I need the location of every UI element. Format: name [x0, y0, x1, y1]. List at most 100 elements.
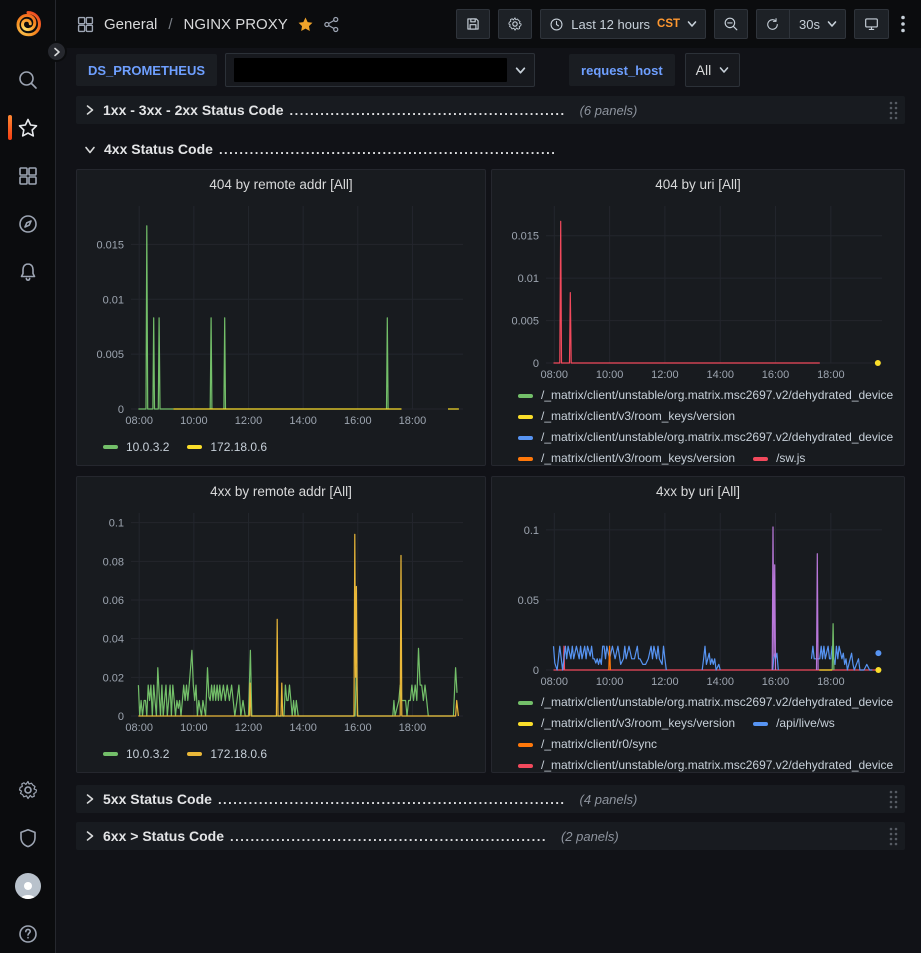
breadcrumb-folder[interactable]: General	[104, 16, 157, 33]
panels-grid: 404 by remote addr [All] 08:00 10:00 12:00…	[76, 169, 905, 773]
variable-label-request-host: request_host	[569, 54, 675, 86]
panel-legend: /_matrix/client/unstable/org.matrix.msc2…	[492, 383, 904, 465]
grafana-app: General / NGINX PROXY Last 12 hours CST	[0, 0, 921, 953]
sidebar-item-alerting[interactable]	[0, 258, 55, 285]
legend-item[interactable]: /_matrix/client/unstable/org.matrix.msc2…	[518, 755, 893, 772]
sidebar-item-starred[interactable]	[0, 114, 55, 141]
sidebar	[0, 0, 56, 953]
expand-sidebar-button[interactable]	[46, 41, 67, 62]
datasource-variable-dropdown[interactable]	[225, 53, 535, 87]
person-icon	[17, 879, 39, 899]
legend-item[interactable]: /_matrix/client/unstable/org.matrix.msc2…	[518, 385, 893, 406]
sidebar-item-profile[interactable]	[0, 872, 55, 899]
main-area: General / NGINX PROXY Last 12 hours CST	[56, 0, 921, 953]
dashboard-row-5xx[interactable]: 5xx Status Code ........................…	[76, 785, 905, 813]
legend-item[interactable]: /_matrix/client/v3/room_keys/version	[518, 448, 735, 465]
save-icon	[465, 16, 481, 32]
more-options-button[interactable]	[897, 9, 909, 39]
legend-item[interactable]: /_matrix/client/r0/sync	[518, 734, 657, 755]
svg-text:0.08: 0.08	[103, 556, 124, 568]
sidebar-item-help[interactable]	[0, 920, 55, 947]
zoom-out-time-button[interactable]	[714, 9, 748, 39]
sidebar-item-dashboards[interactable]	[0, 162, 55, 189]
panel-title[interactable]: 404 by uri [All]	[492, 170, 904, 198]
legend-swatch	[753, 457, 768, 461]
row-title: 5xx Status Code	[103, 791, 212, 807]
tv-mode-button[interactable]	[854, 9, 889, 39]
svg-text:0: 0	[533, 358, 539, 370]
legend-item[interactable]: /api/live/ws	[753, 713, 835, 734]
dashboard-row-1xx-3xx-2xx[interactable]: 1xx - 3xx - 2xx Status Code ............…	[76, 96, 905, 124]
panel-title[interactable]: 4xx by uri [All]	[492, 477, 904, 505]
legend-item[interactable]: /_matrix/client/v3/room_keys/version	[518, 406, 735, 427]
svg-text:18:00: 18:00	[399, 415, 427, 427]
row-drag-handle[interactable]	[888, 789, 899, 809]
drag-dots-icon	[888, 789, 899, 809]
chevron-down-icon	[84, 144, 96, 155]
search-icon	[17, 69, 39, 91]
dashboard-settings-button[interactable]	[498, 9, 532, 39]
sidebar-item-explore[interactable]	[0, 210, 55, 237]
legend-item[interactable]: /sw.js	[753, 448, 805, 465]
legend-item[interactable]: 172.18.0.6	[187, 437, 267, 458]
panel-title[interactable]: 404 by remote addr [All]	[77, 170, 485, 198]
avatar	[15, 873, 41, 899]
svg-text:16:00: 16:00	[762, 676, 790, 688]
legend-item[interactable]: 10.0.3.2	[103, 744, 169, 765]
svg-text:0.01: 0.01	[103, 294, 124, 306]
compass-icon	[17, 213, 39, 235]
timeseries-chart[interactable]: 08:0010:0012:0014:0016:0018:0000.0050.01…	[500, 198, 896, 383]
svg-text:0.05: 0.05	[518, 595, 539, 607]
timeseries-chart[interactable]: 08:0010:0012:0014:0016:0018:0000.050.1	[500, 505, 896, 690]
request-host-variable-dropdown[interactable]: All	[685, 53, 741, 87]
datasource-value-redacted	[234, 58, 507, 82]
legend-item[interactable]: /_matrix/client/unstable/org.matrix.msc2…	[518, 427, 893, 448]
legend-swatch	[518, 394, 533, 398]
request-host-value: All	[696, 62, 712, 78]
legend-item[interactable]: 10.0.3.2	[103, 437, 169, 458]
legend-swatch	[103, 752, 118, 756]
svg-text:16:00: 16:00	[762, 369, 790, 381]
legend-swatch	[187, 752, 202, 756]
kebab-menu-icon	[901, 15, 905, 33]
svg-text:12:00: 12:00	[651, 676, 679, 688]
chevron-down-icon	[719, 66, 729, 74]
dashboard-row-6xx[interactable]: 6xx > Status Code ......................…	[76, 822, 905, 850]
legend-item[interactable]: 172.18.0.6	[187, 744, 267, 765]
panel-4xx-by-uri: 4xx by uri [All] 08:0010:0012:0014:0016:…	[491, 476, 905, 773]
svg-text:0.005: 0.005	[511, 316, 539, 328]
panel-title[interactable]: 4xx by remote addr [All]	[77, 477, 485, 505]
dashboards-grid-icon	[17, 165, 39, 187]
variable-label-datasource: DS_PROMETHEUS	[76, 54, 217, 86]
sidebar-item-configuration[interactable]	[0, 776, 55, 803]
legend-item[interactable]: /_matrix/client/unstable/org.matrix.msc2…	[518, 692, 893, 713]
gear-icon	[507, 16, 523, 32]
save-dashboard-button[interactable]	[456, 9, 490, 39]
svg-text:16:00: 16:00	[344, 722, 372, 734]
svg-text:18:00: 18:00	[817, 676, 845, 688]
timeseries-chart[interactable]: 08:0010:0012:0014:0016:0018:0000.0050.01…	[85, 198, 477, 429]
refresh-interval-label: 30s	[799, 17, 820, 32]
time-range-picker[interactable]: Last 12 hours CST	[540, 9, 706, 39]
row-title-dots: ........................................…	[218, 792, 566, 807]
svg-text:12:00: 12:00	[651, 369, 679, 381]
refresh-button-group[interactable]: 30s	[756, 9, 846, 39]
dashboard-row-4xx[interactable]: 4xx Status Code ........................…	[76, 135, 905, 163]
row-drag-handle[interactable]	[888, 826, 899, 846]
sidebar-item-search[interactable]	[0, 66, 55, 93]
svg-text:10:00: 10:00	[180, 415, 208, 427]
legend-item[interactable]: /_matrix/client/v3/room_keys/version	[518, 713, 735, 734]
legend-swatch	[518, 764, 533, 768]
svg-text:18:00: 18:00	[399, 722, 427, 734]
svg-text:08:00: 08:00	[125, 415, 153, 427]
grafana-logo[interactable]	[12, 8, 44, 40]
favorite-star-icon[interactable]	[297, 16, 314, 33]
datasource-variable-label: DS_PROMETHEUS	[88, 63, 205, 78]
sidebar-item-server-admin[interactable]	[0, 824, 55, 851]
chevron-down-icon	[687, 20, 697, 28]
row-drag-handle[interactable]	[888, 100, 899, 120]
timeseries-chart[interactable]: 08:0010:0012:0014:0016:0018:0000.020.040…	[85, 505, 477, 736]
chevron-right-icon	[84, 830, 95, 842]
svg-text:10:00: 10:00	[596, 676, 624, 688]
share-icon[interactable]	[323, 16, 340, 33]
